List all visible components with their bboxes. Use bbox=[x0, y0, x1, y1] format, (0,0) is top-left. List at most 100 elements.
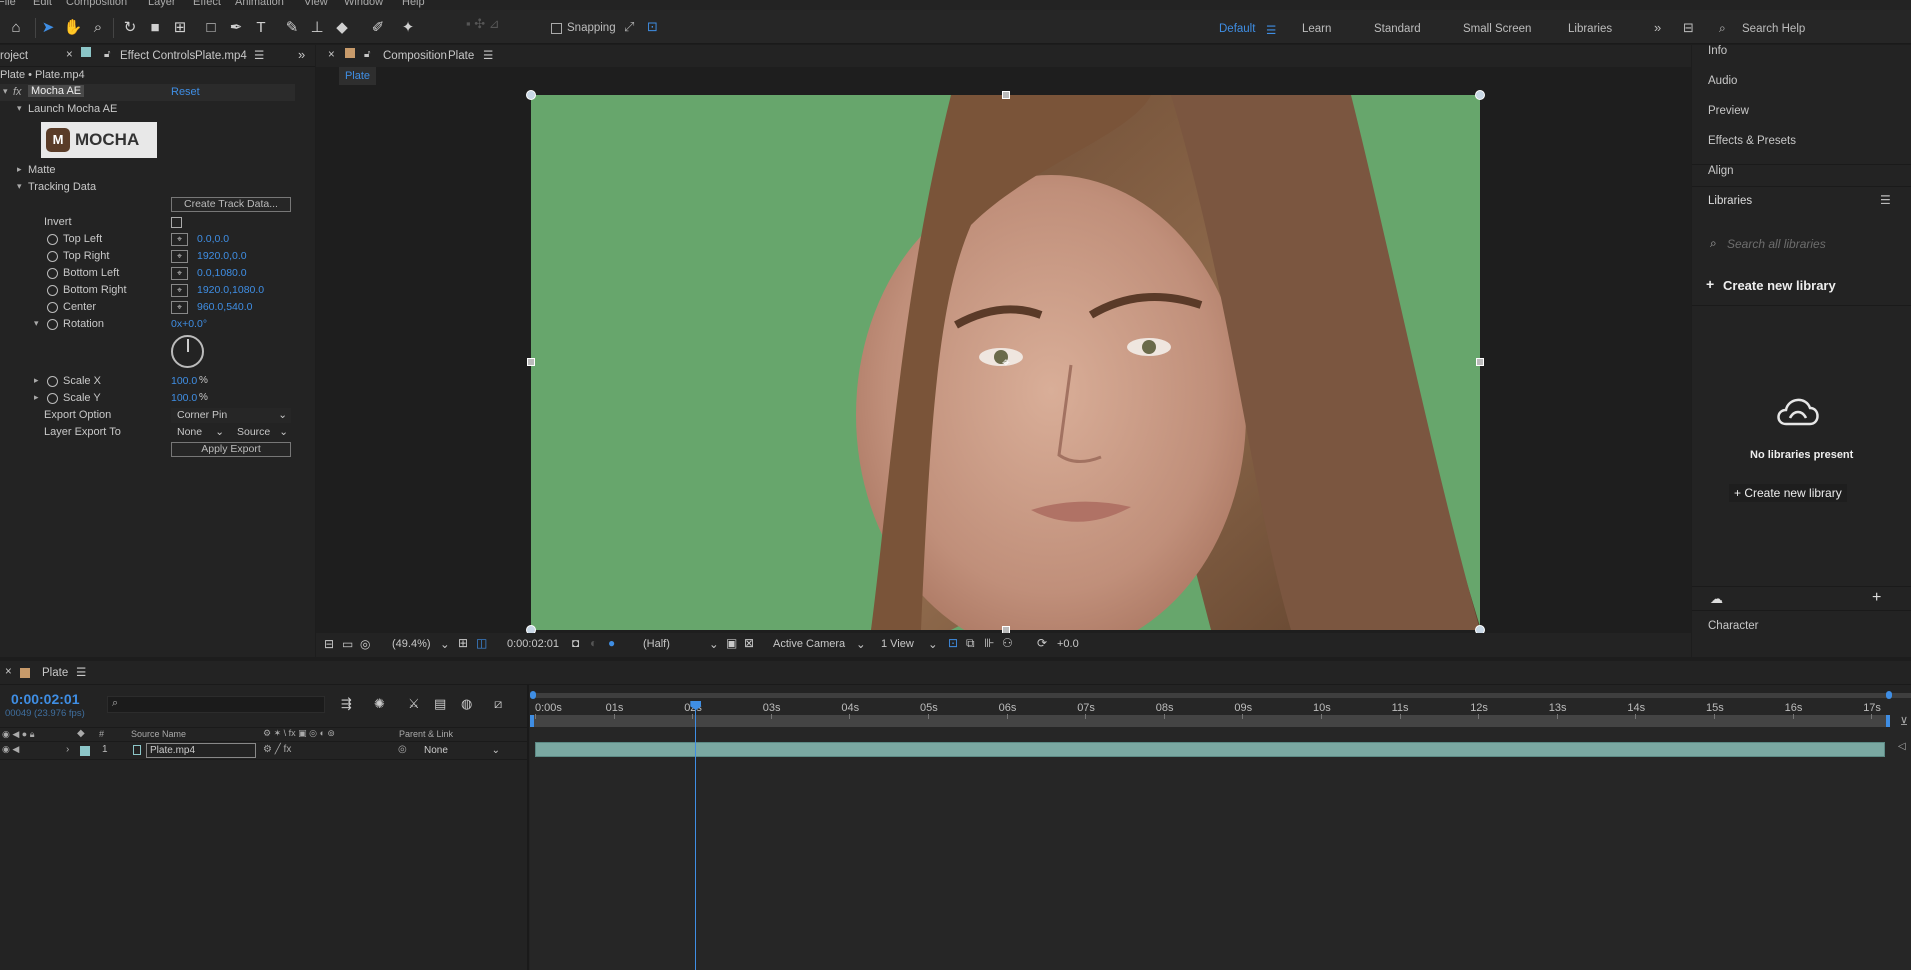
hand-tool-icon[interactable]: ✋ bbox=[61, 15, 85, 39]
tab-composition-name[interactable]: Plate bbox=[448, 50, 474, 62]
timeline-search-input[interactable]: ⌕ bbox=[107, 696, 325, 713]
create-new-library-link[interactable]: Create new library bbox=[1723, 278, 1836, 293]
transform-handle[interactable] bbox=[1475, 90, 1485, 100]
pan-behind-tool-icon[interactable]: ⊞ bbox=[168, 15, 192, 39]
snapping-checkbox[interactable] bbox=[551, 23, 562, 34]
menu-composition[interactable]: Composition bbox=[66, 0, 127, 8]
overflow-chevron-icon[interactable]: » bbox=[1654, 20, 1661, 35]
show-snapshot-icon[interactable]: ◐ bbox=[590, 636, 597, 650]
tab-project[interactable]: roject bbox=[0, 50, 28, 62]
graph-editor-icon[interactable]: ⧄ bbox=[494, 696, 502, 712]
rectangle-tool-icon[interactable]: □ bbox=[199, 15, 223, 39]
workspace-default[interactable]: Default bbox=[1219, 23, 1255, 35]
crosshair-icon[interactable]: ⌖ bbox=[171, 250, 188, 263]
current-timecode[interactable]: 0:00:02:01 bbox=[507, 638, 559, 650]
layer-export-dropdown-1[interactable]: None ⌄ bbox=[171, 425, 227, 440]
close-icon[interactable]: × bbox=[5, 666, 12, 678]
zoom-tool-icon[interactable]: ⌕ bbox=[86, 15, 110, 39]
home-icon[interactable]: ⌂ bbox=[4, 15, 28, 39]
panel-menu-icon[interactable]: ☰ bbox=[254, 48, 264, 62]
anchor-point-icon[interactable]: ⌖ bbox=[998, 354, 1014, 370]
transparency-grid-icon[interactable]: ⊠ bbox=[744, 636, 754, 650]
menu-view[interactable]: View bbox=[304, 0, 328, 8]
scale-y-value[interactable]: 100.0 bbox=[171, 392, 197, 404]
exposure-value[interactable]: +0.0 bbox=[1057, 638, 1079, 650]
expand-icon[interactable]: ▾ bbox=[17, 103, 22, 114]
expand-icon[interactable]: ▾ bbox=[17, 181, 22, 192]
frame-blending-icon[interactable]: ▤ bbox=[434, 696, 446, 712]
effect-name[interactable]: Mocha AE bbox=[28, 85, 85, 97]
mask-visibility-icon[interactable]: ◎ bbox=[360, 637, 370, 651]
rotate-tool-icon[interactable]: ↻ bbox=[118, 15, 142, 39]
library-search-input[interactable]: Search all libraries bbox=[1727, 237, 1826, 251]
reset-exposure-icon[interactable]: ⟳ bbox=[1037, 636, 1047, 650]
zoom-slider-icon[interactable]: ⊻ bbox=[1900, 715, 1908, 728]
time-navigator[interactable] bbox=[530, 715, 1890, 727]
view-layout-dropdown[interactable]: 1 View bbox=[881, 638, 914, 650]
close-icon[interactable]: × bbox=[328, 49, 335, 61]
expand-icon[interactable]: ▸ bbox=[17, 164, 22, 175]
center-value[interactable]: 960.0,540.0 bbox=[197, 301, 252, 313]
workspace-standard[interactable]: Standard bbox=[1374, 23, 1421, 35]
snap-edges-icon[interactable]: ⤢ bbox=[624, 19, 634, 35]
pickwhip-icon[interactable]: ◎ bbox=[398, 744, 407, 755]
workspace-layout-icon[interactable]: ⊟ bbox=[1683, 20, 1694, 36]
stopwatch-icon[interactable] bbox=[47, 319, 58, 330]
region-of-interest-icon[interactable]: ▣ bbox=[726, 636, 737, 650]
menu-window[interactable]: Window bbox=[344, 0, 383, 8]
menu-animation[interactable]: Animation bbox=[235, 0, 284, 8]
preview-panel-tab[interactable]: Preview bbox=[1708, 105, 1749, 117]
expand-icon[interactable]: ▾ bbox=[34, 318, 39, 329]
transform-handle[interactable] bbox=[1476, 358, 1484, 366]
motion-blur-icon[interactable]: ◍ bbox=[461, 696, 472, 712]
stopwatch-icon[interactable] bbox=[47, 251, 58, 262]
crosshair-icon[interactable]: ⌖ bbox=[171, 301, 188, 314]
scale-x-value[interactable]: 100.0 bbox=[171, 375, 197, 387]
stopwatch-icon[interactable] bbox=[47, 393, 58, 404]
crosshair-icon[interactable]: ⌖ bbox=[171, 284, 188, 297]
transform-handle[interactable] bbox=[1002, 91, 1010, 99]
bottom-right-value[interactable]: 1920.0,1080.0 bbox=[197, 284, 264, 296]
apply-export-button[interactable]: Apply Export bbox=[171, 442, 291, 457]
align-panel-tab[interactable]: Align bbox=[1708, 165, 1734, 177]
resolution-dropdown[interactable]: (Half) bbox=[643, 638, 670, 650]
comp-subtab-plate[interactable]: Plate bbox=[339, 67, 376, 85]
panel-menu-icon[interactable]: ☰ bbox=[76, 665, 86, 679]
cloud-sync-icon[interactable]: ☁ bbox=[1710, 591, 1723, 607]
workspace-small-screen[interactable]: Small Screen bbox=[1463, 23, 1531, 35]
workspace-libraries[interactable]: Libraries bbox=[1568, 23, 1612, 35]
create-new-library-button[interactable]: + Create new library bbox=[1729, 484, 1847, 502]
pen-tool-icon[interactable]: ✒ bbox=[224, 15, 248, 39]
stopwatch-icon[interactable] bbox=[47, 268, 58, 279]
grid-icon[interactable]: ⊞ bbox=[458, 636, 468, 650]
menu-effect[interactable]: Effect bbox=[193, 0, 221, 8]
invert-checkbox[interactable] bbox=[171, 217, 182, 228]
visibility-icon[interactable]: ◉ ◀ bbox=[2, 744, 19, 755]
info-panel-tab[interactable]: Info bbox=[1708, 45, 1727, 57]
preview-toggle-icon[interactable]: ⊟ bbox=[324, 637, 334, 651]
col-parent-link[interactable]: Parent & Link bbox=[399, 729, 453, 739]
clone-stamp-tool-icon[interactable]: ⊥ bbox=[305, 15, 329, 39]
stopwatch-icon[interactable] bbox=[47, 376, 58, 387]
workspace-learn[interactable]: Learn bbox=[1302, 23, 1331, 35]
fast-previews-icon[interactable]: ⧉ bbox=[966, 636, 975, 651]
snap-features-icon[interactable]: ⊡ bbox=[647, 19, 658, 35]
menu-help[interactable]: Help bbox=[402, 0, 425, 8]
col-source-name[interactable]: Source Name bbox=[131, 729, 186, 739]
export-option-dropdown[interactable]: Corner Pin ⌄ bbox=[171, 408, 291, 423]
selection-tool-icon[interactable]: ➤ bbox=[36, 15, 60, 39]
timeline-icon[interactable]: ⊪ bbox=[984, 636, 994, 650]
menu-edit[interactable]: Edit bbox=[33, 0, 52, 8]
navigator-start-handle[interactable] bbox=[530, 715, 534, 727]
mocha-launch-button[interactable]: M MOCHA bbox=[41, 122, 157, 158]
stopwatch-icon[interactable] bbox=[47, 302, 58, 313]
flowchart-icon[interactable]: ⚇ bbox=[1002, 636, 1013, 650]
transparency-icon[interactable]: ◫ bbox=[476, 636, 487, 650]
crosshair-icon[interactable]: ⌖ bbox=[171, 233, 188, 246]
lock-icon[interactable]: 🔓︎ bbox=[364, 49, 370, 60]
collapse-icon[interactable]: ▾ bbox=[3, 86, 8, 97]
stopwatch-icon[interactable] bbox=[47, 234, 58, 245]
tab-effect-controls[interactable]: Effect Controls bbox=[120, 50, 195, 62]
layer-duration-bar[interactable] bbox=[535, 742, 1885, 757]
tab-timeline-plate[interactable]: Plate bbox=[42, 667, 68, 679]
